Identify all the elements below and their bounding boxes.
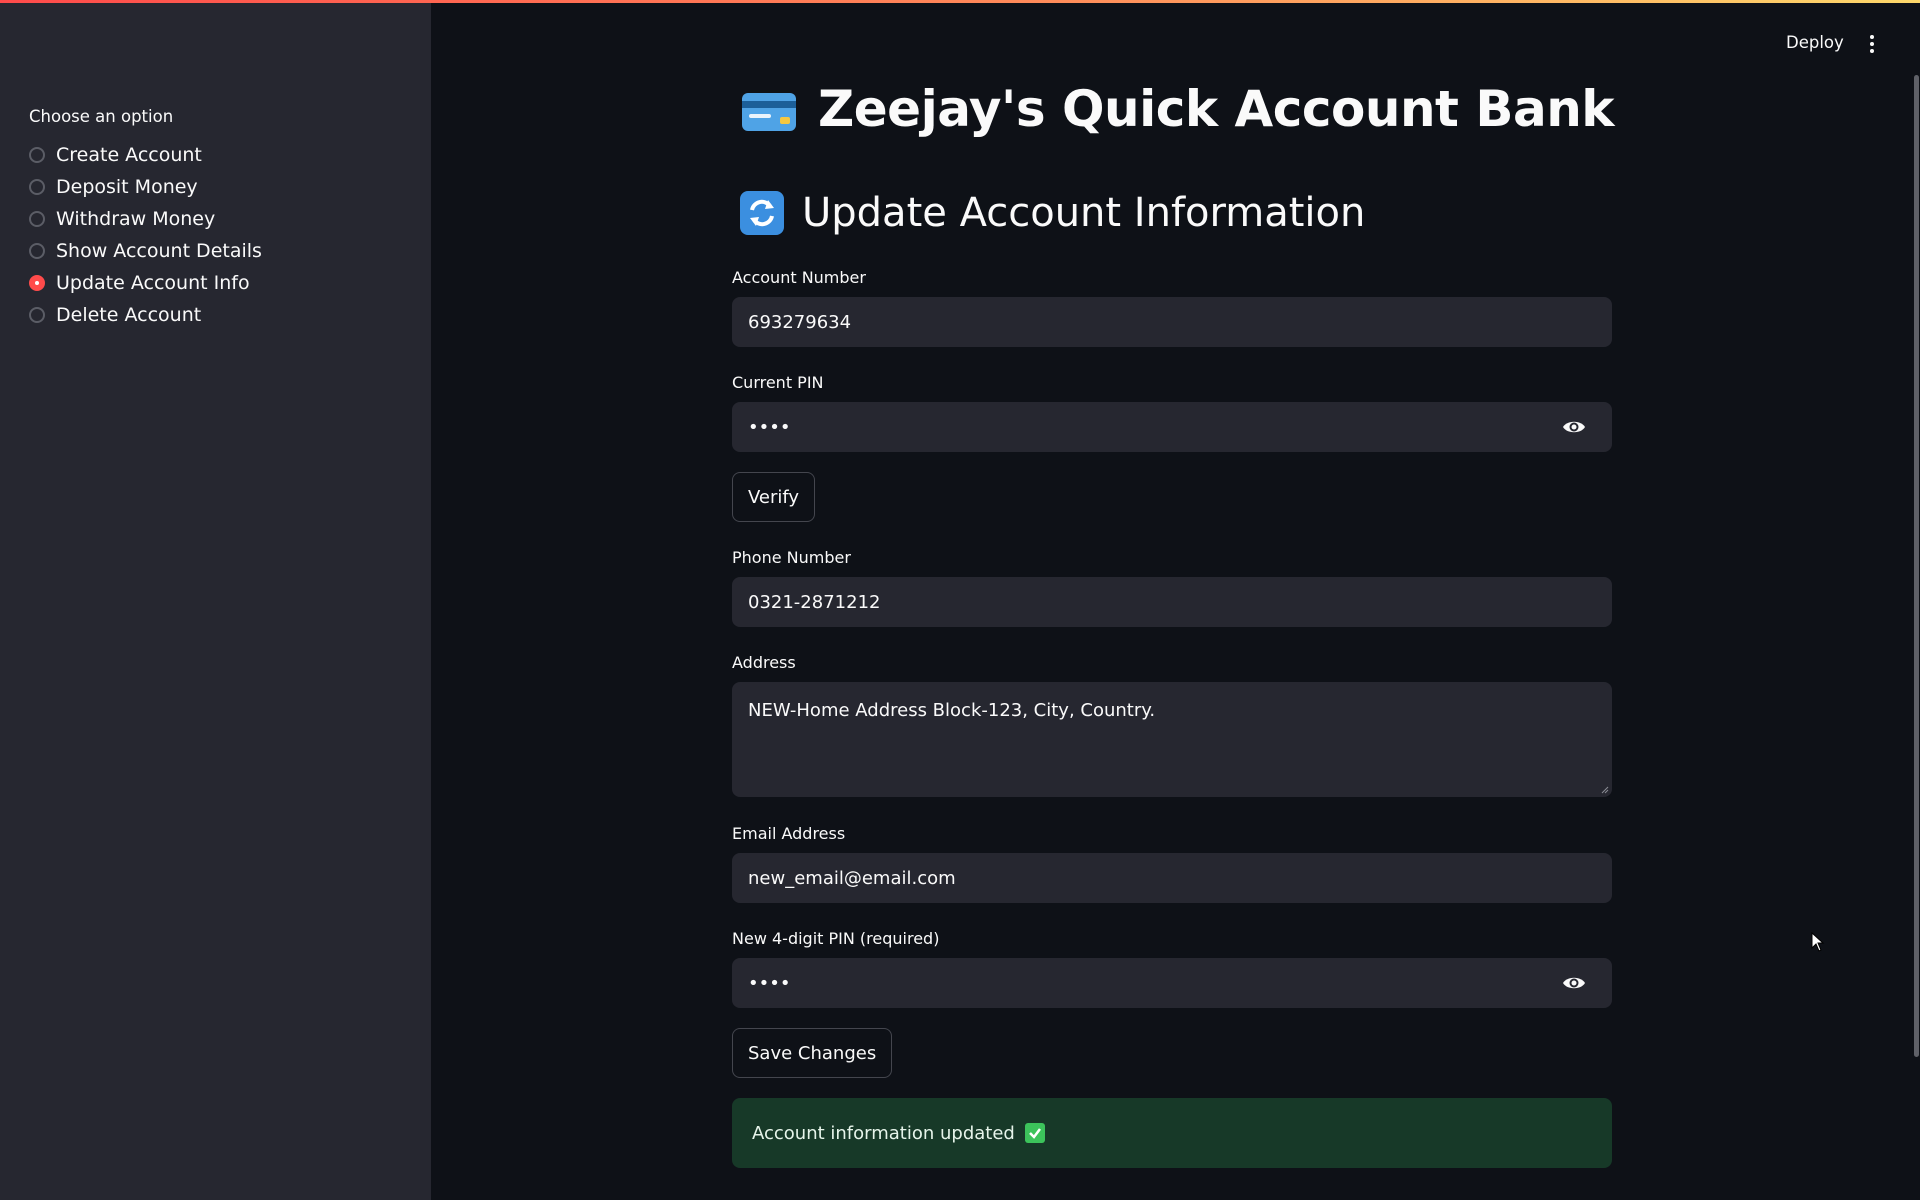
refresh-icon (740, 191, 784, 235)
radio-circle-icon[interactable] (29, 211, 45, 227)
page-title: Zeejay's Quick Account Bank (742, 80, 1615, 138)
radio-label[interactable]: Create Account (56, 144, 202, 166)
address-value[interactable]: NEW-Home Address Block-123, City, Countr… (748, 700, 1155, 721)
radio-circle-icon[interactable] (29, 307, 45, 323)
section-heading: Update Account Information (740, 190, 1365, 236)
radio-label[interactable]: Withdraw Money (56, 208, 215, 230)
save-changes-button[interactable]: Save Changes (732, 1028, 893, 1078)
success-alert: Account information updated (732, 1098, 1612, 1168)
radio-label[interactable]: Show Account Details (56, 240, 262, 262)
phone-number-label: Phone Number (732, 548, 851, 567)
address-label: Address (732, 653, 796, 672)
radio-delete-account[interactable]: Delete Account (29, 299, 262, 331)
radio-circle-icon[interactable] (29, 243, 45, 259)
scrollbar[interactable] (1914, 75, 1919, 1057)
credit-card-icon (742, 93, 796, 131)
check-mark-icon (1024, 1123, 1045, 1143)
new-pin-input[interactable]: •••• (732, 958, 1612, 1008)
mouse-cursor-icon (1811, 932, 1825, 952)
current-pin-value[interactable]: •••• (748, 417, 790, 438)
radio-show-account-details[interactable]: Show Account Details (29, 235, 262, 267)
section-heading-text: Update Account Information (802, 190, 1366, 236)
email-address-value[interactable]: new_email@email.com (748, 868, 956, 889)
kebab-menu-icon[interactable] (1862, 32, 1882, 56)
show-password-eye-icon[interactable] (1562, 417, 1586, 437)
phone-number-value[interactable]: 0321-2871212 (748, 592, 880, 613)
new-pin-value[interactable]: •••• (748, 973, 790, 994)
radio-withdraw-money[interactable]: Withdraw Money (29, 203, 262, 235)
account-number-label: Account Number (732, 268, 866, 287)
option-radio-group: Create Account Deposit Money Withdraw Mo… (29, 139, 262, 331)
radio-label[interactable]: Deposit Money (56, 176, 198, 198)
account-number-value[interactable]: 693279634 (748, 312, 851, 333)
resize-handle-icon[interactable] (1601, 786, 1609, 794)
show-password-eye-icon[interactable] (1562, 973, 1586, 993)
radio-update-account-info[interactable]: Update Account Info (29, 267, 262, 299)
phone-number-input[interactable]: 0321-2871212 (732, 577, 1612, 627)
radio-circle-icon[interactable] (29, 179, 45, 195)
success-message: Account information updated (752, 1122, 1015, 1144)
sidebar: Choose an option Create Account Deposit … (0, 3, 431, 1200)
page-title-text: Zeejay's Quick Account Bank (818, 80, 1615, 138)
current-pin-input[interactable]: •••• (732, 402, 1612, 452)
current-pin-label: Current PIN (732, 373, 824, 392)
radio-label[interactable]: Delete Account (56, 304, 201, 326)
radio-group-label: Choose an option (29, 107, 174, 126)
email-address-label: Email Address (732, 824, 846, 843)
radio-create-account[interactable]: Create Account (29, 139, 262, 171)
radio-circle-icon[interactable] (29, 147, 45, 163)
email-address-input[interactable]: new_email@email.com (732, 853, 1612, 903)
deploy-button[interactable]: Deploy (1786, 33, 1844, 52)
address-textarea[interactable]: NEW-Home Address Block-123, City, Countr… (732, 682, 1612, 797)
verify-button[interactable]: Verify (732, 472, 816, 522)
radio-selected-icon[interactable] (29, 275, 45, 291)
radio-label[interactable]: Update Account Info (56, 272, 250, 294)
radio-deposit-money[interactable]: Deposit Money (29, 171, 262, 203)
new-pin-label: New 4-digit PIN (required) (732, 929, 940, 948)
account-number-input[interactable]: 693279634 (732, 297, 1612, 347)
